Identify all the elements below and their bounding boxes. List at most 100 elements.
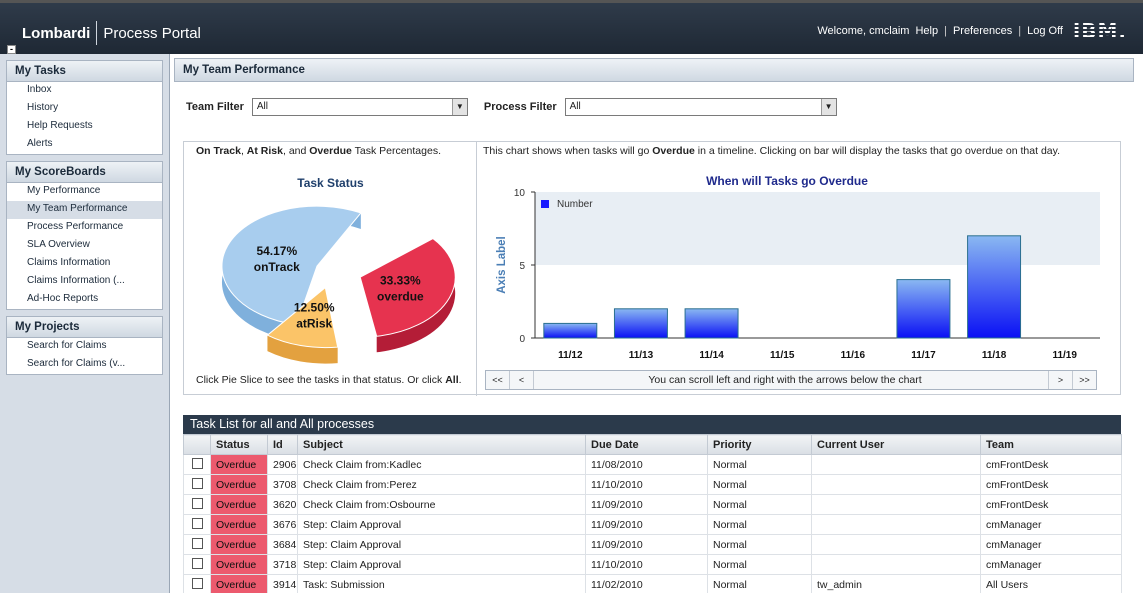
status-cell: Overdue xyxy=(210,474,268,495)
due-date-cell: 11/09/2010 xyxy=(585,494,708,515)
bar-11/14[interactable] xyxy=(684,308,739,339)
column-header[interactable]: Team xyxy=(980,434,1122,455)
bar-chart[interactable]: 0 5 10 Axis Label 11/12 11/13 11/14 11/15 11/16 1… xyxy=(477,188,1107,368)
scroll-hint: You can scroll left and right with the a… xyxy=(648,374,922,386)
x-tick-label: 11/16 xyxy=(841,350,866,361)
id-cell: 3914 xyxy=(267,574,298,593)
row-checkbox[interactable] xyxy=(191,577,203,589)
table-row[interactable]: Overdue 2906 Check Claim from:Kadlec 11/08/… xyxy=(183,454,1122,475)
task-list-title: Task List for all and All processes xyxy=(183,415,1121,434)
due-date-cell: 11/10/2010 xyxy=(585,554,708,575)
bar-11/17[interactable] xyxy=(896,279,951,339)
logoff-link[interactable]: Log Off xyxy=(1027,25,1063,37)
subject-cell[interactable]: Step: Claim Approval xyxy=(297,554,586,575)
nav-item[interactable]: History xyxy=(7,100,162,118)
table-row[interactable]: Overdue 3708 Check Claim from:Perez 11/10/2… xyxy=(183,474,1122,495)
subject-cell[interactable]: Task: Submission xyxy=(297,574,586,593)
pie-chart[interactable]: 54.17% onTrack 33.33% overdue 12.50% atRisk xyxy=(184,190,477,370)
nav-item[interactable]: Claims Information xyxy=(7,255,162,273)
table-row[interactable]: Overdue 3620 Check Claim from:Osbourne 11/0… xyxy=(183,494,1122,515)
pie-value-label: 12.50% xyxy=(294,301,335,315)
team-filter-select[interactable]: All ▼ xyxy=(251,98,468,116)
x-tick-label: 11/14 xyxy=(699,350,724,361)
subject-cell[interactable]: Check Claim from:Osbourne xyxy=(297,494,586,515)
preferences-link[interactable]: Preferences xyxy=(953,25,1012,37)
row-checkbox-cell xyxy=(183,494,211,515)
scroll-first-button[interactable]: << xyxy=(486,371,510,389)
column-header[interactable]: Status xyxy=(210,434,268,455)
charts-panel: On Track, At Risk, and Overdue Task Perc… xyxy=(183,141,1121,396)
nav-item[interactable]: Search for Claims (v... xyxy=(7,356,162,374)
row-checkbox[interactable] xyxy=(191,537,203,549)
nav-item[interactable]: My Team Performance xyxy=(7,201,162,219)
pie-caption: On Track, At Risk, and Overdue Task Perc… xyxy=(196,145,441,157)
x-tick-label: 11/15 xyxy=(770,350,795,361)
chevron-down-icon[interactable]: ▼ xyxy=(820,99,836,115)
legend-swatch xyxy=(541,200,549,208)
table-row[interactable]: Overdue 3676 Step: Claim Approval 11/09/201… xyxy=(183,514,1122,535)
row-checkbox-cell xyxy=(183,514,211,535)
all-link[interactable]: All xyxy=(445,374,458,386)
bar-11/13[interactable] xyxy=(613,308,668,339)
table-row[interactable]: Overdue 3718 Step: Claim Approval 11/10/201… xyxy=(183,554,1122,575)
brand-primary: Lombardi xyxy=(22,24,91,42)
table-row[interactable]: Overdue 3684 Step: Claim Approval 11/09/201… xyxy=(183,534,1122,555)
scroll-prev-button[interactable]: < xyxy=(510,371,534,389)
bar-11/12[interactable] xyxy=(543,322,598,339)
team-cell: cmManager xyxy=(980,554,1122,575)
nav-group-title[interactable]: My ScoreBoards xyxy=(7,162,162,183)
main-content: My Team Performance Team Filter All ▼ Pr… xyxy=(170,54,1143,593)
team-filter-value: All xyxy=(256,101,268,112)
chart-scrollbar: << < You can scroll left and right with … xyxy=(485,370,1097,390)
column-header[interactable]: Id xyxy=(267,434,298,455)
bar-caption-b: Overdue xyxy=(652,145,695,157)
status-cell: Overdue xyxy=(210,554,268,575)
row-checkbox[interactable] xyxy=(191,517,203,529)
subject-cell[interactable]: Step: Claim Approval xyxy=(297,514,586,535)
column-header[interactable]: Subject xyxy=(297,434,586,455)
subject-cell[interactable]: Check Claim from:Kadlec xyxy=(297,454,586,475)
column-header[interactable]: Due Date xyxy=(585,434,708,455)
column-header[interactable] xyxy=(183,434,211,455)
nav-item[interactable]: Help Requests xyxy=(7,118,162,136)
nav-item[interactable]: SLA Overview xyxy=(7,237,162,255)
nav-item[interactable]: Search for Claims xyxy=(7,338,162,356)
priority-cell: Normal xyxy=(707,494,812,515)
process-filter-select[interactable]: All ▼ xyxy=(564,98,837,116)
column-header[interactable]: Priority xyxy=(707,434,812,455)
nav-item[interactable]: Process Performance xyxy=(7,219,162,237)
scroll-last-button[interactable]: >> xyxy=(1072,371,1096,389)
nav-group-title[interactable]: My Tasks xyxy=(7,61,162,82)
row-checkbox[interactable] xyxy=(191,457,203,469)
row-checkbox[interactable] xyxy=(191,497,203,509)
help-link[interactable]: Help xyxy=(915,25,938,37)
scroll-next-button[interactable]: > xyxy=(1048,371,1072,389)
row-checkbox[interactable] xyxy=(191,477,203,489)
id-cell: 3676 xyxy=(267,514,298,535)
nav-item[interactable]: Inbox xyxy=(7,82,162,100)
nav-item[interactable]: Ad-Hoc Reports xyxy=(7,291,162,309)
row-checkbox[interactable] xyxy=(191,557,203,569)
nav-item[interactable]: Alerts xyxy=(7,136,162,154)
column-header[interactable]: Current User xyxy=(811,434,981,455)
id-cell: 3684 xyxy=(267,534,298,555)
table-header-row: Status Id Subject Due Date Priority Current U… xyxy=(183,434,1122,455)
collapse-nav-button[interactable]: - xyxy=(7,45,16,54)
subject-cell[interactable]: Step: Claim Approval xyxy=(297,534,586,555)
nav-item[interactable]: Claims Information (... xyxy=(7,273,162,291)
nav-group: My ScoreBoards My Performance My Team Perf… xyxy=(6,161,163,310)
nav-group-title[interactable]: My Projects xyxy=(7,317,162,338)
nav-item[interactable]: My Performance xyxy=(7,183,162,201)
top-header: Lombardi Process Portal Welcome, cmclaim… xyxy=(0,0,1143,54)
pie-name-label: atRisk xyxy=(296,317,332,331)
id-cell: 3620 xyxy=(267,494,298,515)
bar-11/18[interactable] xyxy=(967,235,1022,339)
nav-group: My Tasks Inbox History Help Requests Alerts xyxy=(6,60,163,155)
subject-cell[interactable]: Check Claim from:Perez xyxy=(297,474,586,495)
due-date-cell: 11/09/2010 xyxy=(585,514,708,535)
divider: | xyxy=(944,25,947,37)
table-row[interactable]: Overdue 3914 Task: Submission 11/02/2010 Nor… xyxy=(183,574,1122,593)
chevron-down-icon[interactable]: ▼ xyxy=(451,99,467,115)
current-user-cell xyxy=(811,494,981,515)
priority-cell: Normal xyxy=(707,514,812,535)
